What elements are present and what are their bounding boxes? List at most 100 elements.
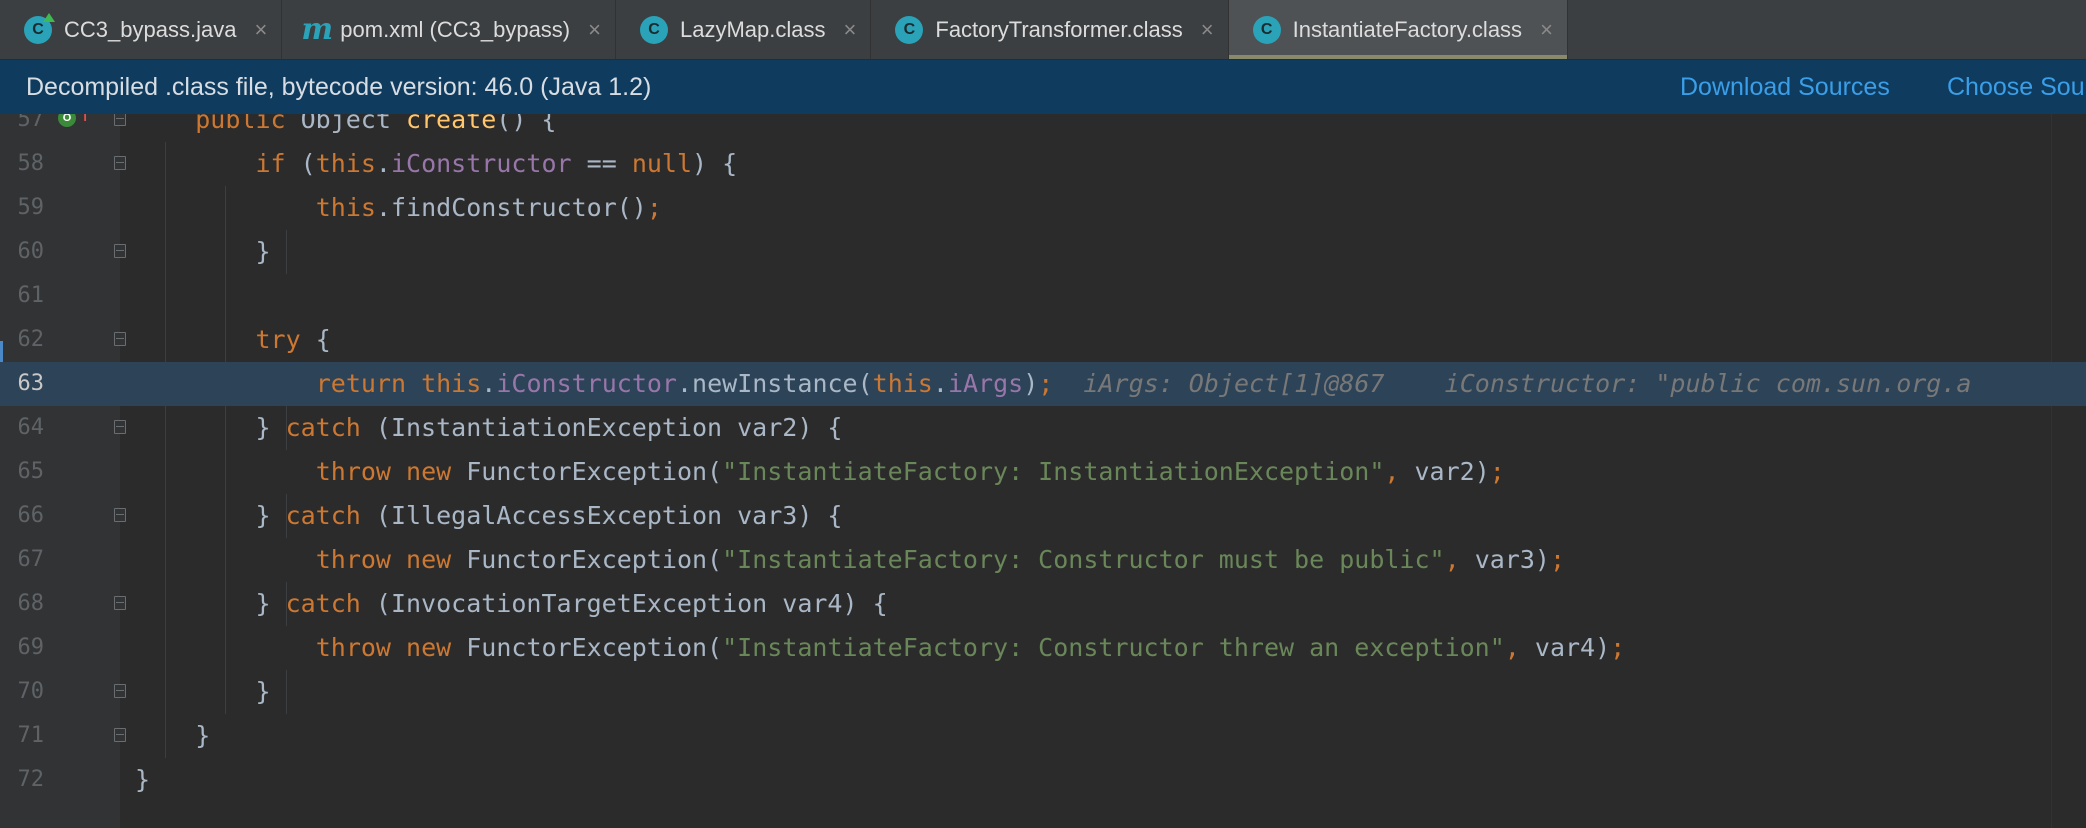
code-text[interactable]: } [135, 758, 150, 802]
code-text[interactable]: } catch (InstantiationException var2) { [255, 406, 842, 450]
class-icon: C [1252, 15, 1281, 44]
code-line[interactable]: 57 O ↑ public Object create() { [0, 114, 2086, 142]
code-text[interactable]: } catch (IllegalAccessException var3) { [255, 494, 842, 538]
fold-end-icon[interactable] [114, 420, 126, 434]
fold-end-icon[interactable] [114, 596, 126, 610]
code-token: } [195, 721, 211, 750]
code-line[interactable]: 68 } catch (InvocationTargetException var… [0, 582, 2086, 626]
code-text[interactable]: } [195, 714, 210, 758]
code-text[interactable]: return this.iConstructor.newInstance(thi… [316, 362, 1972, 406]
line-number[interactable]: 64 [0, 406, 45, 450]
code-token: ) [1023, 369, 1039, 398]
code-token: .findConstructor() [375, 193, 647, 222]
code-token: , [1444, 545, 1475, 574]
code-token: "InstantiateFactory: Constructor must be… [722, 545, 1445, 574]
code-token: ) { [692, 149, 738, 178]
line-number[interactable]: 61 [0, 274, 45, 318]
close-tab-icon[interactable]: × [254, 17, 267, 43]
code-token: catch [285, 501, 376, 530]
code-token: . [481, 369, 497, 398]
code-text[interactable]: } [255, 670, 270, 714]
implements-method-icon[interactable]: O [58, 114, 76, 127]
fold-end-icon[interactable] [114, 508, 126, 522]
code-text[interactable]: public Object create() { [195, 114, 556, 142]
code-line[interactable]: 69 throw new FunctorException("Instantiat… [0, 626, 2086, 670]
code-text[interactable]: throw new FunctorException("InstantiateF… [316, 538, 1565, 582]
line-number[interactable]: 67 [0, 538, 45, 582]
java-class-icon: C [24, 12, 55, 44]
tab-instantiatefactory-class[interactable]: C InstantiateFactory.class × [1228, 0, 1568, 59]
code-text[interactable]: throw new FunctorException("InstantiateF… [316, 450, 1505, 494]
choose-sources-link[interactable]: Choose Sou [1947, 73, 2085, 102]
code-line[interactable]: 61 [0, 274, 2086, 318]
code-token: , [1504, 633, 1535, 662]
line-number[interactable]: 57 [0, 114, 45, 142]
go-to-super-arrow-icon[interactable]: ↑ [76, 114, 94, 126]
code-text[interactable]: this.findConstructor(); [316, 186, 662, 230]
line-number[interactable]: 72 [0, 758, 45, 802]
code-line[interactable]: 72} [0, 758, 2086, 802]
code-text[interactable]: } [255, 230, 270, 274]
code-line[interactable]: 70} [0, 670, 2086, 714]
code-line[interactable]: 63 return this.iConstructor.newInstance(t… [0, 362, 2086, 406]
code-token: iConstructor [390, 149, 572, 178]
close-tab-icon[interactable]: × [1201, 17, 1214, 43]
code-text[interactable]: try { [255, 318, 330, 362]
code-line[interactable]: 67 throw new FunctorException("Instantiat… [0, 538, 2086, 582]
line-number[interactable]: 70 [0, 670, 45, 714]
line-number[interactable]: 68 [0, 582, 45, 626]
code-token: { [315, 325, 331, 354]
code-token: catch [285, 589, 376, 618]
code-text[interactable]: throw new FunctorException("InstantiateF… [316, 626, 1626, 670]
close-tab-icon[interactable]: × [844, 17, 857, 43]
line-number[interactable]: 65 [0, 450, 45, 494]
code-token: Object [300, 114, 406, 134]
fold-end-icon[interactable] [114, 684, 126, 698]
code-line[interactable]: 62 try { [0, 318, 2086, 362]
line-number[interactable]: 62 [0, 318, 45, 362]
fold-end-icon[interactable] [114, 728, 126, 742]
code-token: throw new [315, 457, 467, 486]
line-number[interactable]: 69 [0, 626, 45, 670]
code-line[interactable]: 59 this.findConstructor(); [0, 186, 2086, 230]
close-tab-icon[interactable]: × [1540, 17, 1553, 43]
debug-inline-value: iArgs: Object[1]@867 iConstructor: "publ… [1053, 369, 1972, 398]
download-sources-link[interactable]: Download Sources [1680, 73, 1890, 102]
line-number[interactable]: 60 [0, 230, 45, 274]
line-number[interactable]: 59 [0, 186, 45, 230]
tab-lazymap-class[interactable]: C LazyMap.class × [616, 0, 872, 59]
code-token: . [375, 149, 391, 178]
code-text[interactable]: } catch (InvocationTargetException var4)… [255, 582, 887, 626]
code-token: ; [1489, 457, 1505, 486]
line-number[interactable]: 58 [0, 142, 45, 186]
code-token: } [255, 589, 286, 618]
line-number[interactable]: 71 [0, 714, 45, 758]
code-token: } [255, 677, 271, 706]
code-line[interactable]: 60} [0, 230, 2086, 274]
tab-label: InstantiateFactory.class [1292, 16, 1523, 42]
tab-label: FactoryTransformer.class [935, 16, 1183, 42]
code-text[interactable]: if (this.iConstructor == null) { [255, 142, 737, 186]
tab-pom-xml-cc3-bypass[interactable]: m pom.xml (CC3_bypass) × [282, 0, 616, 59]
code-line[interactable]: 58 if (this.iConstructor == null) { [0, 142, 2086, 186]
code-line[interactable]: 71} [0, 714, 2086, 758]
code-token: this [315, 149, 376, 178]
code-token: ; [1610, 633, 1626, 662]
code-editor[interactable]: 57 O ↑ public Object create() { 58 if (this.i… [0, 114, 2086, 828]
code-token: , [1384, 457, 1415, 486]
tab-factorytransformer-class[interactable]: C FactoryTransformer.class × [871, 0, 1229, 59]
fold-collapse-icon[interactable] [114, 156, 126, 170]
class-icon: C [640, 15, 668, 44]
code-line[interactable]: 64 } catch (InstantiationException var2) … [0, 406, 2086, 450]
fold-collapse-icon[interactable] [114, 332, 126, 346]
code-token: () { [496, 114, 557, 134]
close-tab-icon[interactable]: × [588, 17, 601, 43]
line-number[interactable]: 63 [0, 362, 45, 406]
code-token: . [932, 369, 948, 398]
fold-end-icon[interactable] [114, 244, 126, 258]
code-line[interactable]: 66 } catch (IllegalAccessException var3) … [0, 494, 2086, 538]
code-line[interactable]: 65 throw new FunctorException("Instantiat… [0, 450, 2086, 494]
tab-cc3-bypass-java[interactable]: C CC3_bypass.java × [0, 0, 283, 59]
line-number[interactable]: 66 [0, 494, 45, 538]
fold-collapse-icon[interactable] [114, 114, 126, 126]
